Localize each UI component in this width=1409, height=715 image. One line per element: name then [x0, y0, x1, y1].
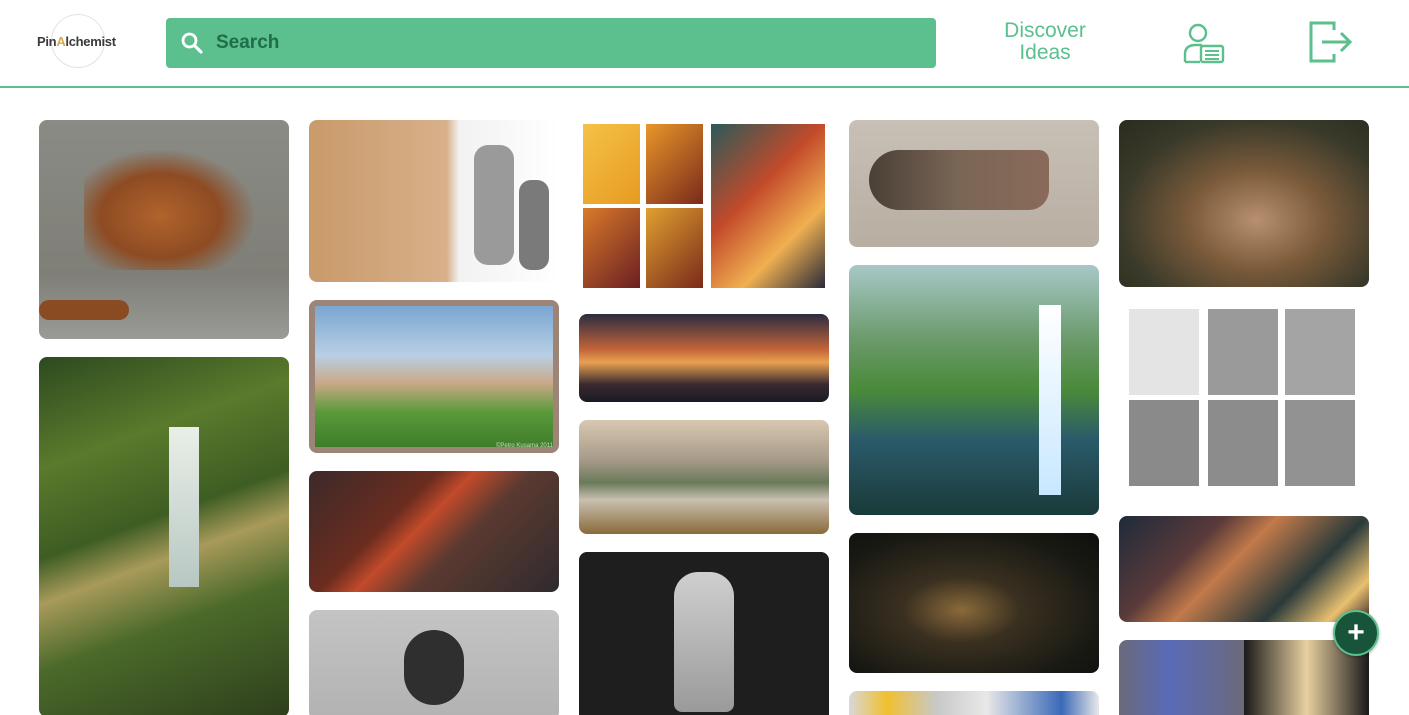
pin-study-1 [583, 124, 640, 204]
pin-artwork [84, 150, 254, 270]
pin-artwork-tail [39, 300, 129, 320]
profile-card-icon[interactable] [1182, 22, 1226, 66]
pin-dark-corridor[interactable] [849, 533, 1099, 673]
plus-icon: + [1347, 616, 1365, 649]
pin-3d-heads[interactable] [1119, 640, 1369, 715]
discover-ideas-label: Discover Ideas [1004, 19, 1086, 64]
pin-sunset-village[interactable] [579, 314, 829, 402]
pin-children-illustration[interactable] [309, 120, 559, 282]
pin-artwork [315, 306, 553, 447]
pin-study-4 [646, 208, 703, 288]
top-header: PinAlchemist Discover Ideas [0, 0, 1409, 88]
pin-portrait-drawing-stages[interactable] [1119, 305, 1369, 488]
pin-study-main [711, 124, 825, 288]
pin-stage-6 [1285, 400, 1355, 486]
discover-ideas-link[interactable]: Discover Ideas [990, 20, 1100, 64]
pin-artwork-waterfall [169, 427, 199, 587]
pin-stage-2 [1208, 309, 1278, 395]
pin-caption: ©Petro Kusama 2011 [495, 443, 553, 449]
pin-waterfall-painting[interactable] [39, 357, 289, 715]
pin-3d-sculpt-figure[interactable] [579, 552, 829, 715]
pin-mission-landscape[interactable]: ©Petro Kusama 2011 [309, 300, 559, 453]
pin-creature-concept[interactable] [849, 120, 1099, 247]
pinalchemist-logo[interactable]: PinAlchemist [37, 14, 116, 70]
pin-lake-landscape[interactable] [579, 420, 829, 534]
pin-artwork-face [404, 630, 464, 705]
pin-red-canyon[interactable] [309, 471, 559, 592]
search-input[interactable] [216, 18, 916, 68]
pin-stage-4 [1129, 400, 1199, 486]
pin-stage-1 [1129, 309, 1199, 395]
pin-artwork-figure [474, 145, 514, 265]
pin-artwork-waterfall [1039, 305, 1061, 495]
search-icon[interactable] [180, 31, 204, 55]
logout-icon[interactable] [1308, 20, 1354, 64]
pin-artwork-figure [674, 572, 734, 712]
pin-fantasy-waterfall[interactable] [849, 265, 1099, 515]
pin-bearded-man-studies[interactable] [579, 120, 829, 296]
pin-charcoal-portrait[interactable] [309, 610, 559, 715]
pin-study-2 [646, 124, 703, 204]
search-bar [166, 18, 936, 68]
logo-text: PinAlchemist [37, 34, 116, 49]
pin-artwork-creature [869, 150, 1049, 210]
add-pin-button[interactable]: + [1333, 610, 1379, 656]
pin-stage-5 [1208, 400, 1278, 486]
pin-study-3 [583, 208, 640, 288]
pin-stage-3 [1285, 309, 1355, 395]
pin-feed: ©Petro Kusama 2011 [0, 90, 1409, 715]
pin-cats-candlelight[interactable] [1119, 516, 1369, 622]
pin-artwork-figure-small [519, 180, 549, 270]
pin-robot-heads[interactable] [849, 691, 1099, 715]
pin-skeleton-hand-diorama[interactable] [1119, 120, 1369, 287]
pin-cougar-sketch[interactable] [39, 120, 289, 339]
